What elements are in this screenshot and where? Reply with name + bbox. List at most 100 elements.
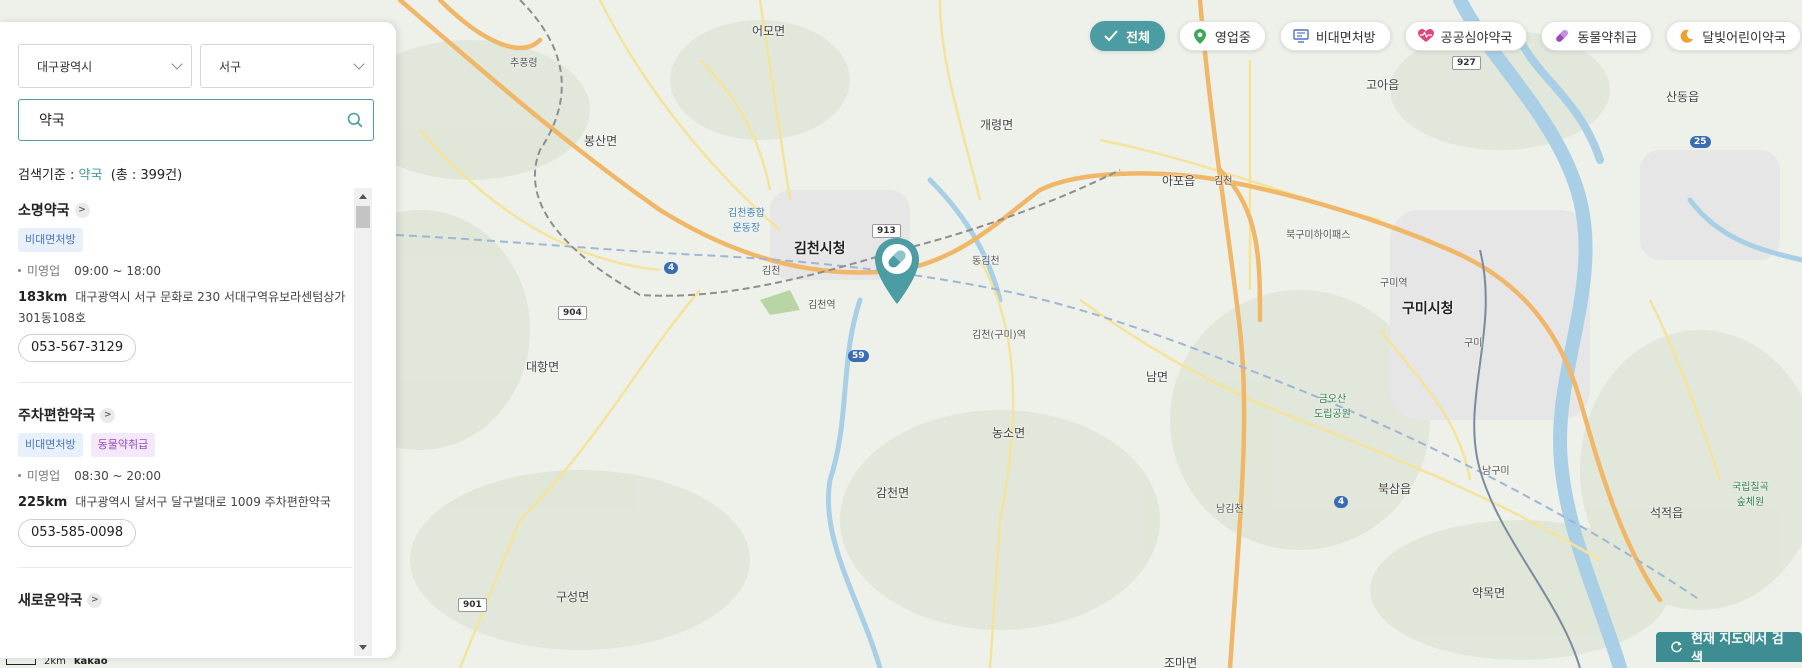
filter-chip-remote-rx[interactable]: 비대면처방 bbox=[1279, 21, 1391, 51]
pharmacy-name: 새로운약국 bbox=[18, 593, 83, 609]
road-shield: 4 bbox=[1334, 496, 1349, 508]
bullet-icon bbox=[18, 474, 21, 477]
map-label: 동김천 bbox=[972, 256, 1000, 267]
address-text: 대구광역시 달서구 달구벌대로 1009 주차편한약국 bbox=[75, 495, 331, 509]
moon-icon bbox=[1679, 28, 1695, 44]
pharmacy-name-link[interactable]: 새로운약국 > bbox=[18, 590, 352, 610]
district-select-value: 서구 bbox=[219, 59, 242, 74]
open-status: 미영업 bbox=[27, 264, 61, 278]
pharmacy-name: 주차편한약국 bbox=[18, 408, 96, 424]
tag-list: 비대면처방 bbox=[18, 228, 352, 252]
scroll-thumb[interactable] bbox=[356, 206, 370, 228]
city-select[interactable]: 대구광역시 bbox=[18, 44, 192, 88]
phone-button[interactable]: 053-567-3129 bbox=[18, 334, 137, 362]
map-label: 남김천 bbox=[1216, 504, 1244, 515]
criteria-total: (총 : 399건) bbox=[110, 168, 183, 183]
distance: 183km bbox=[18, 290, 68, 305]
search-icon[interactable] bbox=[347, 112, 363, 128]
tag-remote-rx: 비대면처방 bbox=[18, 433, 83, 457]
filter-chip-moonlight[interactable]: 달빛어린이약국 bbox=[1666, 21, 1801, 51]
filter-chip-bar: 전체 영업중 비대면처방 공공심야약국 동물약취급 달빛어린이약국 bbox=[1090, 21, 1801, 51]
phone-button[interactable]: 053-585-0098 bbox=[18, 519, 137, 547]
refresh-icon bbox=[1671, 641, 1682, 653]
map-label: 구미 bbox=[1464, 338, 1483, 349]
filter-chip-label: 영업중 bbox=[1214, 30, 1251, 46]
search-current-map-button[interactable]: 현재 지도에서 검색 bbox=[1656, 632, 1802, 666]
map-label: 조마면 bbox=[1164, 656, 1198, 668]
pharmacy-name: 소명약국 bbox=[18, 203, 70, 219]
map-label: 어모면 bbox=[752, 24, 786, 38]
open-status: 미영업 bbox=[27, 469, 61, 483]
map-label: 봉산면 bbox=[584, 134, 618, 148]
search-input[interactable] bbox=[39, 112, 347, 128]
check-icon bbox=[1103, 28, 1119, 44]
district-select[interactable]: 서구 bbox=[200, 44, 374, 88]
map-label-city: 구미시청 bbox=[1402, 301, 1454, 317]
capsule-icon bbox=[1554, 28, 1570, 44]
filter-chip-label: 달빛어린이약국 bbox=[1702, 30, 1786, 46]
filter-chip-label: 전체 bbox=[1126, 30, 1150, 46]
criteria-keyword: 약국 bbox=[78, 168, 103, 183]
hours-value: 08:30 ~ 20:00 bbox=[74, 468, 161, 483]
map-label: 고아읍 bbox=[1366, 78, 1400, 92]
map-label: 개령면 bbox=[980, 118, 1014, 132]
scroll-down-arrow-icon[interactable] bbox=[359, 645, 367, 650]
chevron-down-icon bbox=[353, 58, 365, 70]
scale-bar bbox=[6, 658, 36, 665]
map-label: 김천 bbox=[1214, 176, 1233, 187]
map-label: 북구미하이패스 bbox=[1286, 230, 1351, 241]
pharmacy-name-link[interactable]: 소명약국 > bbox=[18, 200, 352, 220]
map-label: 금오산 도립공원 bbox=[1314, 394, 1351, 420]
list-item: 새로운약국 > bbox=[18, 590, 352, 630]
map-label: 감천면 bbox=[876, 486, 910, 500]
road-shield: 901 bbox=[458, 598, 487, 612]
chevron-right-icon: > bbox=[100, 407, 116, 423]
pharmacy-marker[interactable] bbox=[873, 236, 921, 306]
filter-chip-label: 비대면처방 bbox=[1315, 30, 1376, 46]
map-label: 김천종합 운동장 bbox=[728, 208, 765, 234]
map-label: 농소면 bbox=[992, 426, 1026, 440]
search-box bbox=[18, 99, 374, 141]
filter-chip-all[interactable]: 전체 bbox=[1090, 21, 1165, 51]
location-pin-icon bbox=[1192, 28, 1208, 44]
opening-hours: 미영업 09:00 ~ 18:00 bbox=[18, 262, 352, 279]
map-label: 구성면 bbox=[556, 590, 590, 604]
map-label: 김천(구미)역 bbox=[972, 330, 1026, 341]
map-label: 국립칠곡 숲체원 bbox=[1732, 482, 1769, 508]
tag-remote-rx: 비대면처방 bbox=[18, 228, 83, 252]
region-selects: 대구광역시 서구 bbox=[18, 44, 374, 88]
chevron-down-icon bbox=[171, 58, 183, 70]
filter-chip-open[interactable]: 영업중 bbox=[1178, 21, 1266, 51]
map-label: 산동읍 bbox=[1666, 90, 1700, 104]
map-label: 아포읍 bbox=[1162, 174, 1196, 188]
map-label: 석적읍 bbox=[1650, 506, 1684, 520]
map-label: 김천 bbox=[762, 266, 781, 277]
result-list: 소명약국 > 비대면처방 미영업 09:00 ~ 18:00 183km 대구광역… bbox=[18, 200, 352, 642]
chevron-right-icon: > bbox=[74, 202, 90, 218]
monitor-icon bbox=[1293, 28, 1309, 44]
hours-value: 09:00 ~ 18:00 bbox=[74, 263, 161, 278]
search-panel: 대구광역시 서구 검색기준 : 약국 (총 : 399건) 소명약국 > 비대면… bbox=[0, 22, 396, 658]
map-label: 북삼읍 bbox=[1378, 482, 1412, 496]
pill-icon bbox=[875, 238, 919, 304]
filter-chip-label: 동물약취급 bbox=[1577, 30, 1638, 46]
road-shield: 904 bbox=[558, 306, 587, 320]
criteria-label: 검색기준 : bbox=[18, 168, 75, 183]
address-text: 대구광역시 서구 문화로 230 서대구역유보라센텀상가 301동108호 bbox=[18, 290, 346, 325]
distance: 225km bbox=[18, 495, 68, 510]
map-label: 약목면 bbox=[1472, 586, 1506, 600]
map-label: 남면 bbox=[1146, 370, 1169, 384]
road-shield: 4 bbox=[664, 262, 679, 274]
tag-list: 비대면처방 동물약취급 bbox=[18, 433, 352, 457]
road-shield: 25 bbox=[1690, 136, 1711, 148]
filter-chip-animal[interactable]: 동물약취급 bbox=[1541, 21, 1653, 51]
result-scrollbar[interactable] bbox=[354, 188, 372, 656]
map-label: 남구미 bbox=[1482, 466, 1510, 477]
chevron-right-icon: > bbox=[87, 592, 103, 608]
filter-chip-night[interactable]: 공공심야약국 bbox=[1404, 21, 1528, 51]
pharmacy-name-link[interactable]: 주차편한약국 > bbox=[18, 405, 352, 425]
scroll-up-arrow-icon[interactable] bbox=[359, 194, 367, 199]
search-criteria: 검색기준 : 약국 (총 : 399건) bbox=[18, 164, 182, 183]
road-shield: 927 bbox=[1452, 56, 1481, 70]
road-shield: 59 bbox=[848, 350, 869, 362]
